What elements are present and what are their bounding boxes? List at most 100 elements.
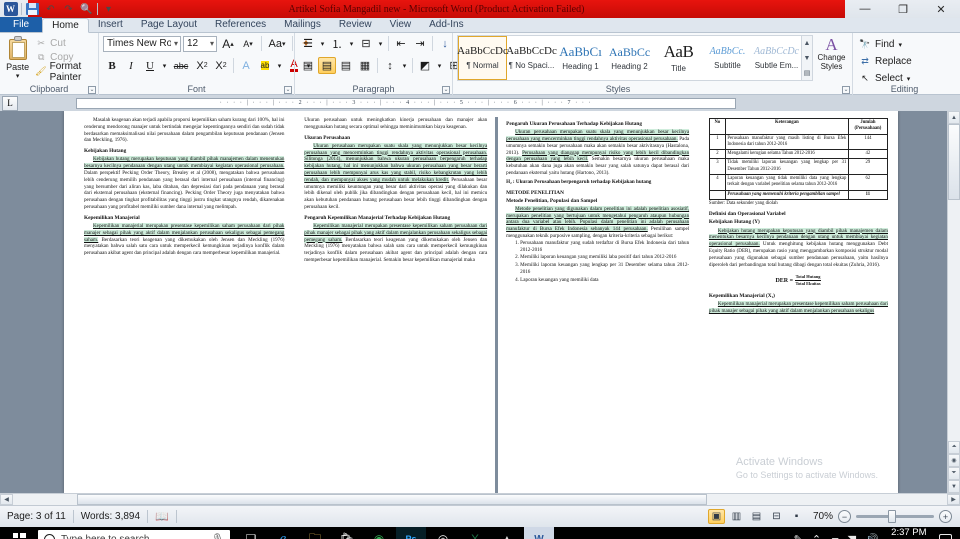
taskbar-icons[interactable]: ❑ e 🗀 🛍 ◉ Ps ◎ X ▲ W [230, 527, 554, 539]
underline-button[interactable]: U [141, 57, 159, 74]
text-effects-icon[interactable]: A [237, 57, 255, 74]
restore-button[interactable]: ❐ [884, 0, 922, 18]
chevron-down-icon[interactable]: ▾ [171, 39, 178, 48]
zoom-control[interactable]: 70% − + [809, 510, 960, 523]
style-subtle-emphasis[interactable]: AaBbCcDc Subtle Em... [752, 36, 801, 80]
clipboard-dialog-launcher[interactable]: ⌄ [88, 86, 96, 94]
chevron-down-icon[interactable]: ▾ [275, 57, 284, 74]
style-no-spacing[interactable]: AaBbCcDc ¶ No Spaci... [506, 36, 557, 80]
highlight-color-icon[interactable]: ab [256, 57, 274, 74]
scrollbar-thumb[interactable] [948, 124, 960, 200]
scroll-up-icon[interactable]: ▲ [802, 36, 812, 51]
page-indicator[interactable]: Page: 3 of 11 [0, 506, 73, 528]
word-icon[interactable]: W [524, 527, 554, 539]
chevron-down-icon[interactable]: ▾ [347, 35, 356, 52]
scroll-down-icon[interactable]: ▼ [802, 51, 812, 66]
scroll-down-icon[interactable]: ▼ [948, 480, 960, 493]
increase-indent-icon[interactable]: ⇥ [411, 35, 429, 52]
select-browse-object-icon[interactable]: ◉ [948, 454, 960, 467]
cut-button[interactable]: ✂ Cut [33, 37, 94, 50]
document-column-4[interactable]: No Keterangan Jumlah (Perusahaan) 1 Peru… [703, 117, 898, 493]
task-view-icon[interactable]: ❑ [236, 527, 266, 539]
tab-review[interactable]: Review [330, 17, 381, 32]
tab-file[interactable]: File [0, 17, 43, 32]
shading-icon[interactable]: ◩ [416, 57, 434, 74]
styles-dialog-launcher[interactable]: ⌄ [842, 86, 850, 94]
vertical-scrollbar[interactable]: ▲ ⏶ ◉ ⏷ ▼ [947, 111, 960, 493]
close-button[interactable]: ✕ [922, 0, 960, 18]
grow-font-button[interactable]: A ▴ [219, 35, 237, 52]
microphone-icon[interactable]: 🎙 [211, 534, 224, 539]
font-name-combo[interactable]: Times New Rom ▾ [103, 35, 181, 52]
outline-view-button[interactable]: ⊟ [768, 509, 785, 524]
zoom-out-button[interactable]: − [838, 510, 851, 523]
photoshop-icon[interactable]: Ps [396, 527, 426, 539]
next-page-icon[interactable]: ⏷ [948, 467, 960, 480]
opera-icon[interactable]: ◎ [428, 527, 458, 539]
style-subtitle[interactable]: AaBbCc. Subtitle [703, 36, 752, 80]
chevron-down-icon[interactable]: ▾ [400, 57, 409, 74]
word-count[interactable]: Words: 3,894 [74, 506, 147, 528]
draft-view-button[interactable]: ▪ [788, 509, 805, 524]
tab-mailings[interactable]: Mailings [275, 17, 330, 32]
strikethrough-button[interactable]: abc [170, 57, 192, 74]
save-icon[interactable] [25, 2, 40, 17]
subscript-button[interactable]: X2 [193, 57, 211, 74]
replace-button[interactable]: ⇄ Replace [857, 54, 911, 69]
font-dialog-launcher[interactable]: ⌄ [284, 86, 292, 94]
paragraph-dialog-launcher[interactable]: ⌄ [442, 86, 450, 94]
decrease-indent-icon[interactable]: ⇤ [392, 35, 410, 52]
document-page[interactable]: Masalah keagenan akan terjadi apabila pr… [64, 111, 898, 493]
pen-workspace-icon[interactable]: ✎ [794, 533, 803, 539]
start-button[interactable] [0, 527, 38, 539]
paste-button[interactable]: Paste ▾ [4, 35, 31, 80]
italic-button[interactable]: I [122, 57, 140, 74]
zoom-level[interactable]: 70% [813, 511, 833, 522]
font-size-combo[interactable]: 12 ▾ [183, 35, 217, 52]
tab-stop-selector[interactable]: L [2, 95, 18, 111]
file-explorer-icon[interactable]: 🗀 [300, 527, 330, 539]
view-buttons[interactable]: ▣ ▥ ▤ ⊟ ▪ [707, 509, 809, 524]
zoom-in-button[interactable]: + [939, 510, 952, 523]
paste-dropdown-arrow[interactable]: ▾ [16, 72, 20, 80]
style-heading-2[interactable]: AaBbCc Heading 2 [605, 36, 654, 80]
document-column-2[interactable]: Ukuran perusahaan untuk meningkatkan kin… [298, 117, 493, 493]
horizontal-ruler[interactable]: · · · · | · · · | · · · 2 · · · | · · · … [76, 97, 736, 109]
align-left-icon[interactable]: ▤ [299, 57, 317, 74]
excel-icon[interactable]: X [460, 527, 490, 539]
change-case-button[interactable]: Aa ▾ [266, 35, 288, 52]
superscript-button[interactable]: X2 [212, 57, 230, 74]
network-icon[interactable]: ◥ [848, 533, 856, 539]
minimize-button[interactable]: — [846, 0, 884, 18]
photos-icon[interactable]: ▲ [492, 527, 522, 539]
chevron-down-icon[interactable]: ▾ [907, 75, 911, 83]
underline-dropdown-icon[interactable]: ▾ [160, 57, 169, 74]
scroll-left-icon[interactable]: ◀ [0, 494, 13, 505]
bold-button[interactable]: B [103, 57, 121, 74]
styles-gallery[interactable]: AaBbCcDc ¶ Normal AaBbCcDc ¶ No Spaci...… [457, 35, 813, 81]
hscrollbar-thumb[interactable] [77, 494, 707, 505]
find-button[interactable]: 🔭 Find ▾ [857, 37, 902, 52]
show-hidden-icons-icon[interactable]: ⌃ [812, 533, 821, 539]
redo-icon[interactable]: ↷ [61, 2, 76, 17]
tab-insert[interactable]: Insert [89, 17, 132, 32]
print-preview-icon[interactable]: 🔍 [79, 2, 94, 17]
multilevel-list-icon[interactable]: ⊟ [357, 35, 375, 52]
previous-page-icon[interactable]: ⏶ [948, 441, 960, 454]
undo-icon[interactable]: ↶ [43, 2, 58, 17]
system-tray[interactable]: ✎ ⌃ ▰ ◥ 🔊 2:37 PM 8/25/2019 [794, 527, 960, 539]
edge-icon[interactable]: e [268, 527, 298, 539]
format-painter-button[interactable]: 🖌 Format Painter [33, 61, 94, 83]
ribbon-tabs[interactable]: File Home Insert Page Layout References … [0, 17, 960, 33]
customize-qat-icon[interactable]: ▾ [101, 2, 116, 17]
justify-icon[interactable]: ▦ [356, 57, 374, 74]
numbering-icon[interactable]: ⒈ [328, 35, 346, 52]
chevron-down-icon[interactable]: ▾ [898, 41, 902, 49]
word-logo-icon[interactable]: W [3, 2, 18, 17]
clock[interactable]: 2:37 PM 8/25/2019 [888, 527, 930, 539]
chevron-down-icon[interactable]: ▾ [376, 35, 385, 52]
document-work-area[interactable]: Masalah keagenan akan terjadi apabila pr… [0, 111, 960, 493]
volume-icon[interactable]: 🔊 [865, 533, 879, 539]
tab-add-ins[interactable]: Add-Ins [420, 17, 472, 32]
proofing-errors-icon[interactable]: 📖 [148, 506, 176, 528]
